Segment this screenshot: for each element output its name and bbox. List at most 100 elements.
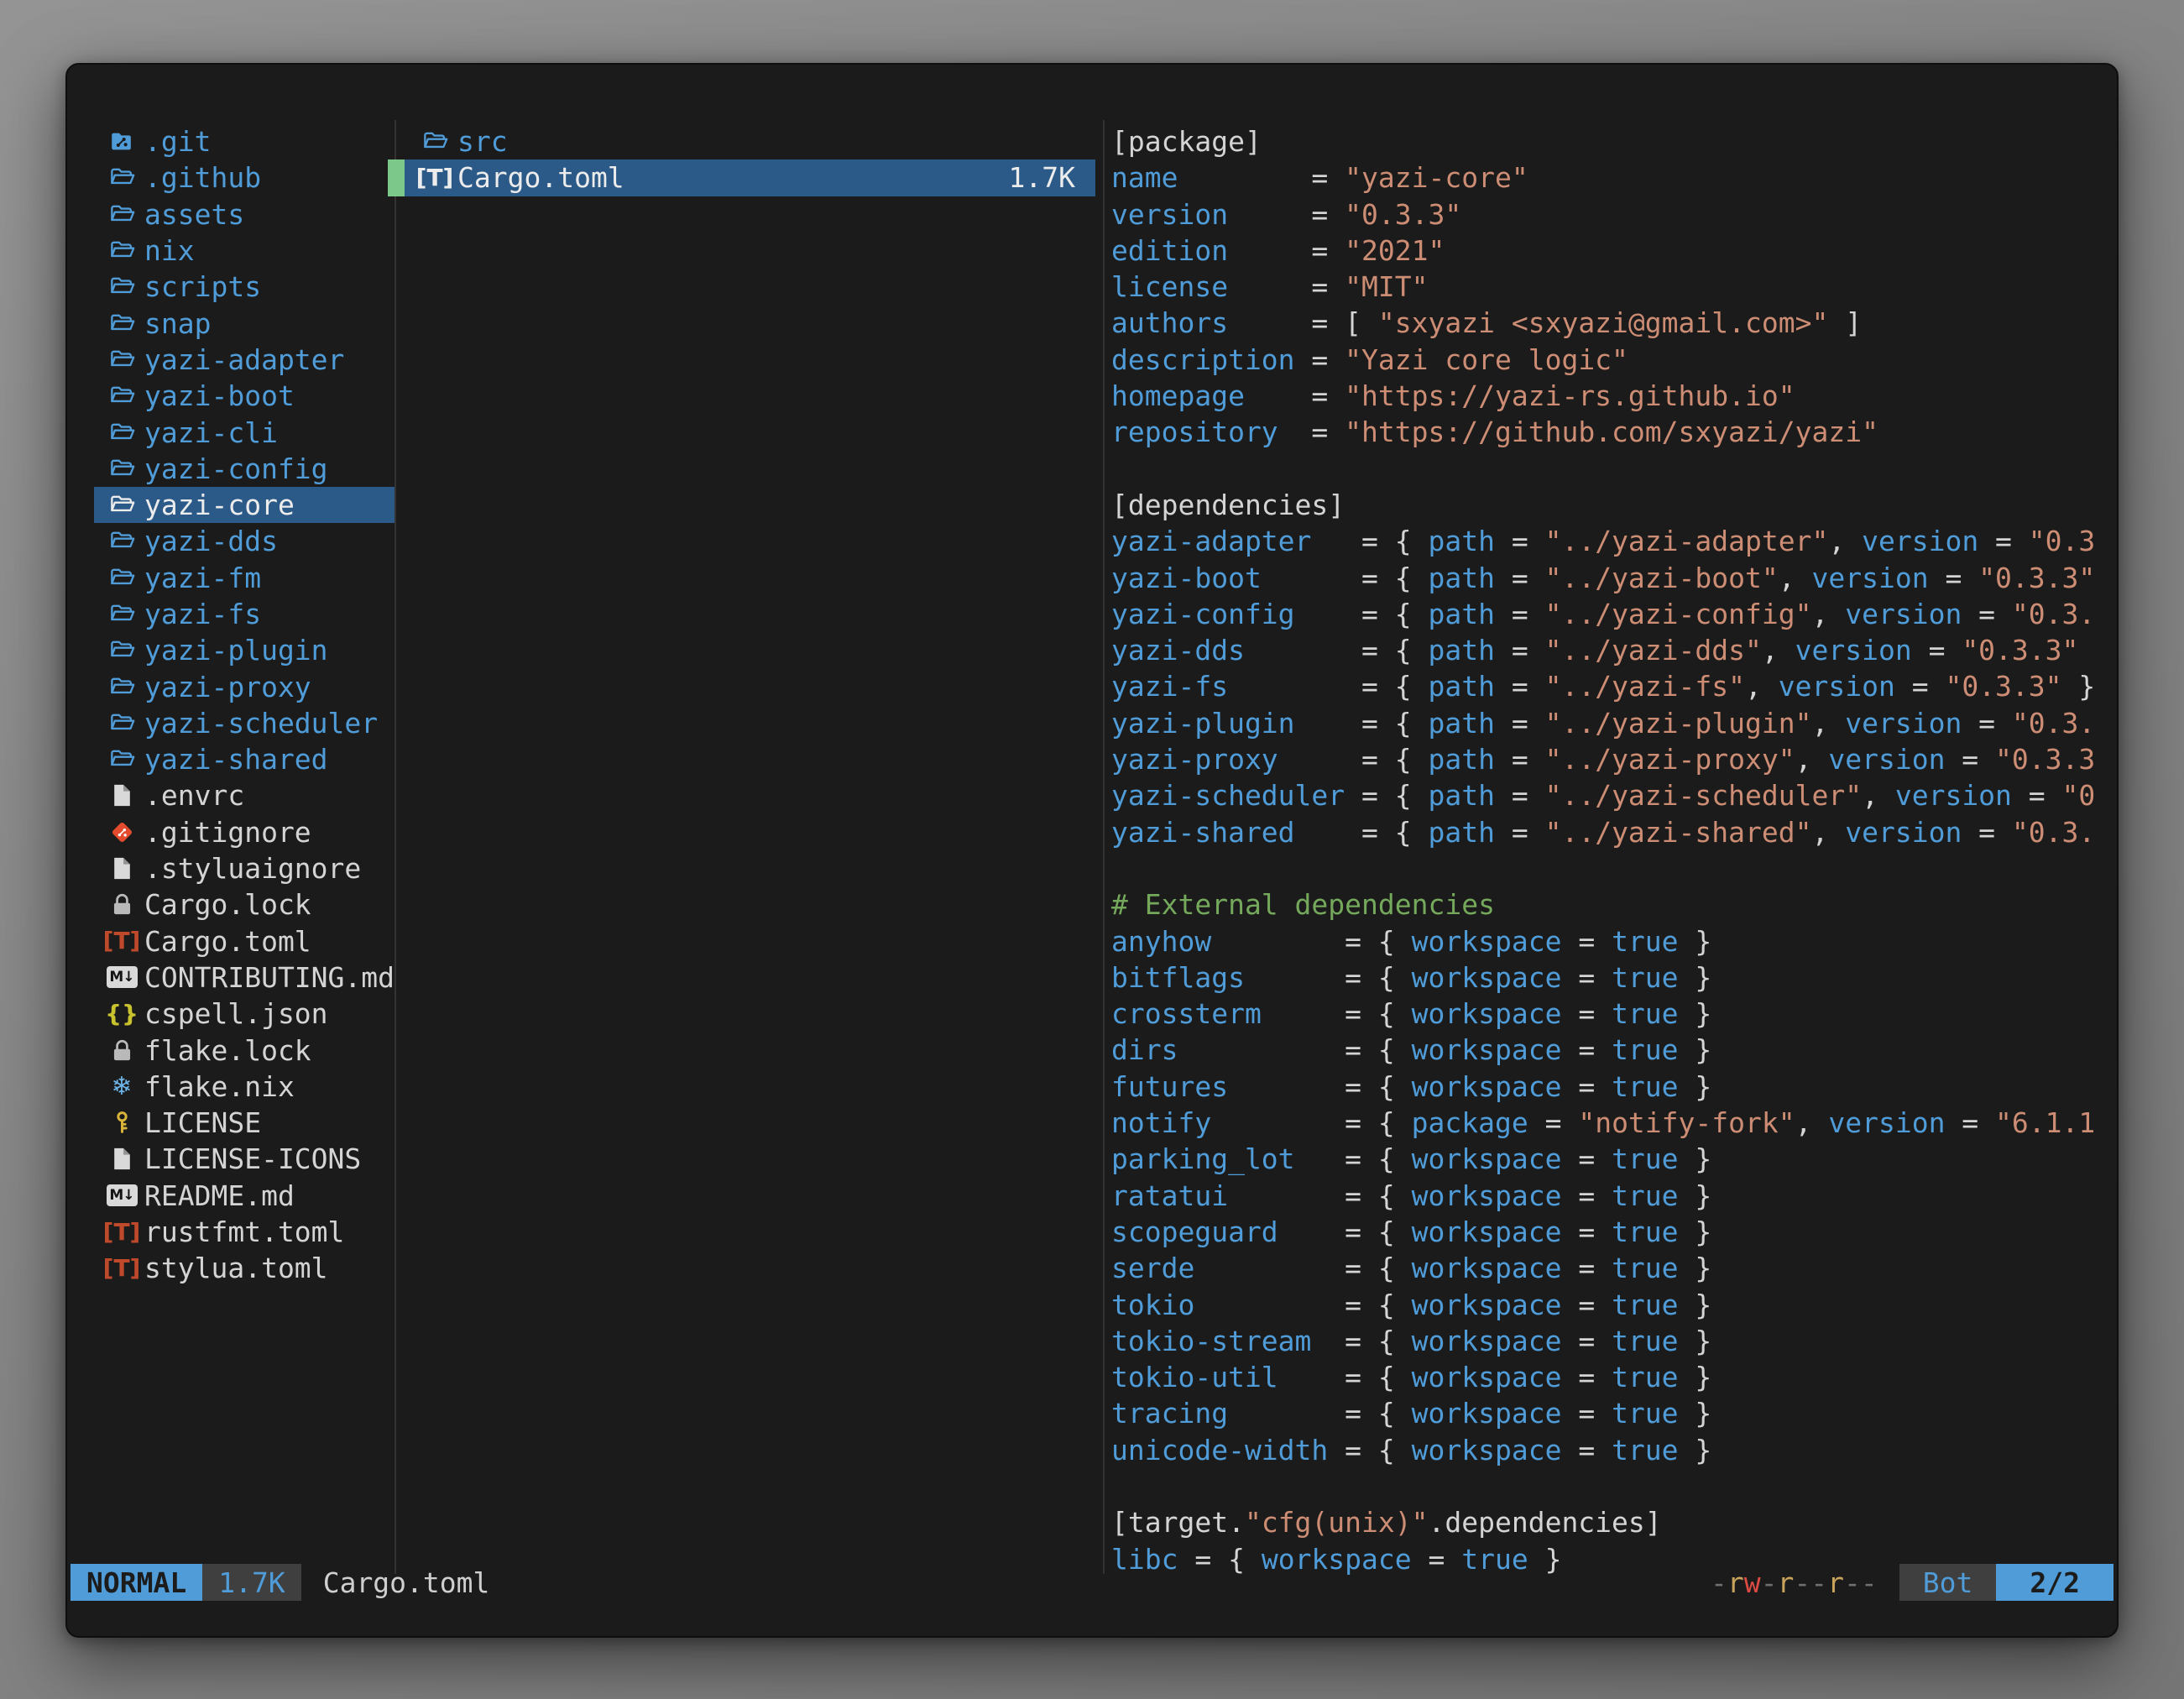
file-row[interactable]: ❄flake.nix — [94, 1069, 394, 1105]
dir-row[interactable]: yazi-proxy — [94, 668, 394, 704]
folder-open-icon — [106, 601, 138, 627]
dir-row[interactable]: yazi-plugin — [94, 632, 394, 668]
file-row[interactable]: .styluaignore — [94, 850, 394, 886]
file-name: snap — [144, 307, 211, 340]
file-icon — [106, 1146, 138, 1172]
file-name: flake.lock — [144, 1034, 311, 1067]
folder-open-icon — [106, 746, 138, 772]
file-name: yazi-plugin — [144, 634, 328, 667]
file-name: src — [457, 125, 508, 158]
preview-line: version = "0.3.3" — [1111, 196, 2117, 233]
file-name: README.md — [144, 1179, 295, 1212]
preview-line — [1111, 850, 2117, 886]
file-name: CONTRIBUTING.md — [144, 961, 394, 994]
file-preview-pane: [package]name = "yazi-core"version = "0.… — [1111, 123, 2117, 1577]
file-permissions: -rw-r--r-- — [1711, 1566, 1878, 1599]
file-name: Cargo.lock — [144, 888, 311, 921]
parent-directory-pane: .git.githubassetsnixscripts snapyazi-adap… — [94, 123, 394, 1287]
file-name: flake.nix — [144, 1070, 295, 1103]
preview-line — [1111, 451, 2117, 487]
toml-icon: [T] — [106, 1257, 138, 1280]
file-row[interactable]: LICENSE-ICONS — [94, 1141, 394, 1177]
file-row[interactable]: M↓README.md — [94, 1178, 394, 1214]
folder-open-icon — [106, 674, 138, 700]
dir-row[interactable]: yazi-fs — [94, 596, 394, 632]
file-row[interactable]: .gitignore — [94, 814, 394, 850]
toml-icon: [T] — [106, 1221, 138, 1244]
file-name: .envrc — [144, 779, 244, 812]
folder-open-icon — [419, 128, 451, 154]
preview-line — [1111, 1468, 2117, 1504]
preview-line: tokio = { workspace = true } — [1111, 1287, 2117, 1323]
dir-row[interactable]: yazi-cli — [94, 414, 394, 450]
preview-line: [dependencies] — [1111, 487, 2117, 523]
file-name: yazi-core — [144, 489, 295, 521]
folder-open-icon — [106, 492, 138, 518]
git-folder-icon — [106, 128, 138, 154]
file-row[interactable]: Cargo.lock — [94, 886, 394, 923]
preview-line: authors = [ "sxyazi <sxyazi@gmail.com>" … — [1111, 305, 2117, 341]
folder-open-icon — [106, 347, 138, 373]
file-row[interactable]: [T]rustfmt.toml — [94, 1214, 394, 1250]
dir-row[interactable]: .github — [94, 159, 394, 196]
file-row[interactable]: flake.lock — [94, 1032, 394, 1068]
file-name: yazi-fs — [144, 598, 261, 630]
dir-row[interactable]: snap — [94, 305, 394, 341]
folder-open-icon — [106, 420, 138, 446]
preview-line: yazi-shared = { path = "../yazi-shared",… — [1111, 814, 2117, 850]
dir-row[interactable]: yazi-dds — [94, 523, 394, 559]
preview-line: tokio-stream = { workspace = true } — [1111, 1323, 2117, 1359]
preview-line: tokio-util = { workspace = true } — [1111, 1359, 2117, 1395]
markdown-icon: M↓ — [106, 966, 138, 988]
file-row[interactable]: [T]Cargo.toml — [94, 923, 394, 959]
file-row[interactable]: [T]stylua.toml — [94, 1250, 394, 1286]
preview-line: dirs = { workspace = true } — [1111, 1032, 2117, 1068]
preview-line: parking_lot = { workspace = true } — [1111, 1141, 2117, 1177]
file-row[interactable]: [T]Cargo.toml1.7K — [388, 159, 1095, 196]
file-name: LICENSE-ICONS — [144, 1142, 361, 1175]
file-row[interactable]: {}cspell.json — [94, 996, 394, 1032]
file-name: cspell.json — [144, 997, 328, 1030]
file-row[interactable]: LICENSE — [94, 1105, 394, 1141]
preview-line: # External dependencies — [1111, 886, 2117, 923]
dir-row[interactable]: yazi-shared — [94, 741, 394, 777]
dir-row[interactable]: yazi-fm — [94, 560, 394, 596]
dir-row[interactable]: yazi-boot — [94, 378, 394, 414]
dir-row[interactable]: scripts — [94, 269, 394, 305]
dir-row[interactable]: yazi-config — [94, 451, 394, 487]
file-name: yazi-boot — [144, 379, 295, 412]
dir-row[interactable]: yazi-scheduler — [94, 705, 394, 741]
snowflake-icon: ❄ — [106, 1072, 138, 1101]
folder-open-icon — [106, 383, 138, 409]
preview-line: ratatui = { workspace = true } — [1111, 1178, 2117, 1214]
preview-line: crossterm = { workspace = true } — [1111, 996, 2117, 1032]
status-bar-right: -rw-r--r-- Bot 2/2 — [1711, 1564, 2113, 1601]
preview-line: yazi-scheduler = { path = "../yazi-sched… — [1111, 777, 2117, 813]
preview-line: [target."cfg(unix)".dependencies] — [1111, 1504, 2117, 1540]
folder-open-icon — [106, 165, 138, 191]
preview-line: anyhow = { workspace = true } — [1111, 923, 2117, 959]
preview-line: yazi-fs = { path = "../yazi-fs", version… — [1111, 668, 2117, 704]
tab-indicator-badge: 2/2 — [1996, 1564, 2113, 1601]
file-size-badge: 1.7K — [202, 1564, 300, 1601]
file-icon — [106, 782, 138, 808]
dir-row[interactable]: .git — [94, 123, 394, 159]
folder-open-icon — [106, 710, 138, 736]
toml-icon: [T] — [419, 166, 451, 190]
dir-row[interactable]: src — [388, 123, 1095, 159]
preview-line: scopeguard = { workspace = true } — [1111, 1214, 2117, 1250]
file-row[interactable]: .envrc — [94, 777, 394, 813]
preview-line: unicode-width = { workspace = true } — [1111, 1432, 2117, 1468]
file-name: yazi-fm — [144, 562, 261, 594]
file-name: .styluaignore — [144, 852, 361, 885]
dir-row[interactable]: assets — [94, 196, 394, 233]
file-name: scripts — [144, 270, 261, 303]
current-directory-pane: src[T]Cargo.toml1.7K — [388, 123, 1095, 196]
dir-row[interactable]: yazi-core — [94, 487, 394, 523]
preview-line: yazi-plugin = { path = "../yazi-plugin",… — [1111, 705, 2117, 741]
status-bar: NORMAL 1.7K Cargo.toml -rw-r--r-- Bot 2/… — [71, 1564, 2113, 1601]
file-row[interactable]: M↓ CONTRIBUTING.md — [94, 959, 394, 996]
dir-row[interactable]: nix — [94, 233, 394, 269]
file-name: yazi-scheduler — [144, 707, 378, 740]
dir-row[interactable]: yazi-adapter — [94, 342, 394, 378]
